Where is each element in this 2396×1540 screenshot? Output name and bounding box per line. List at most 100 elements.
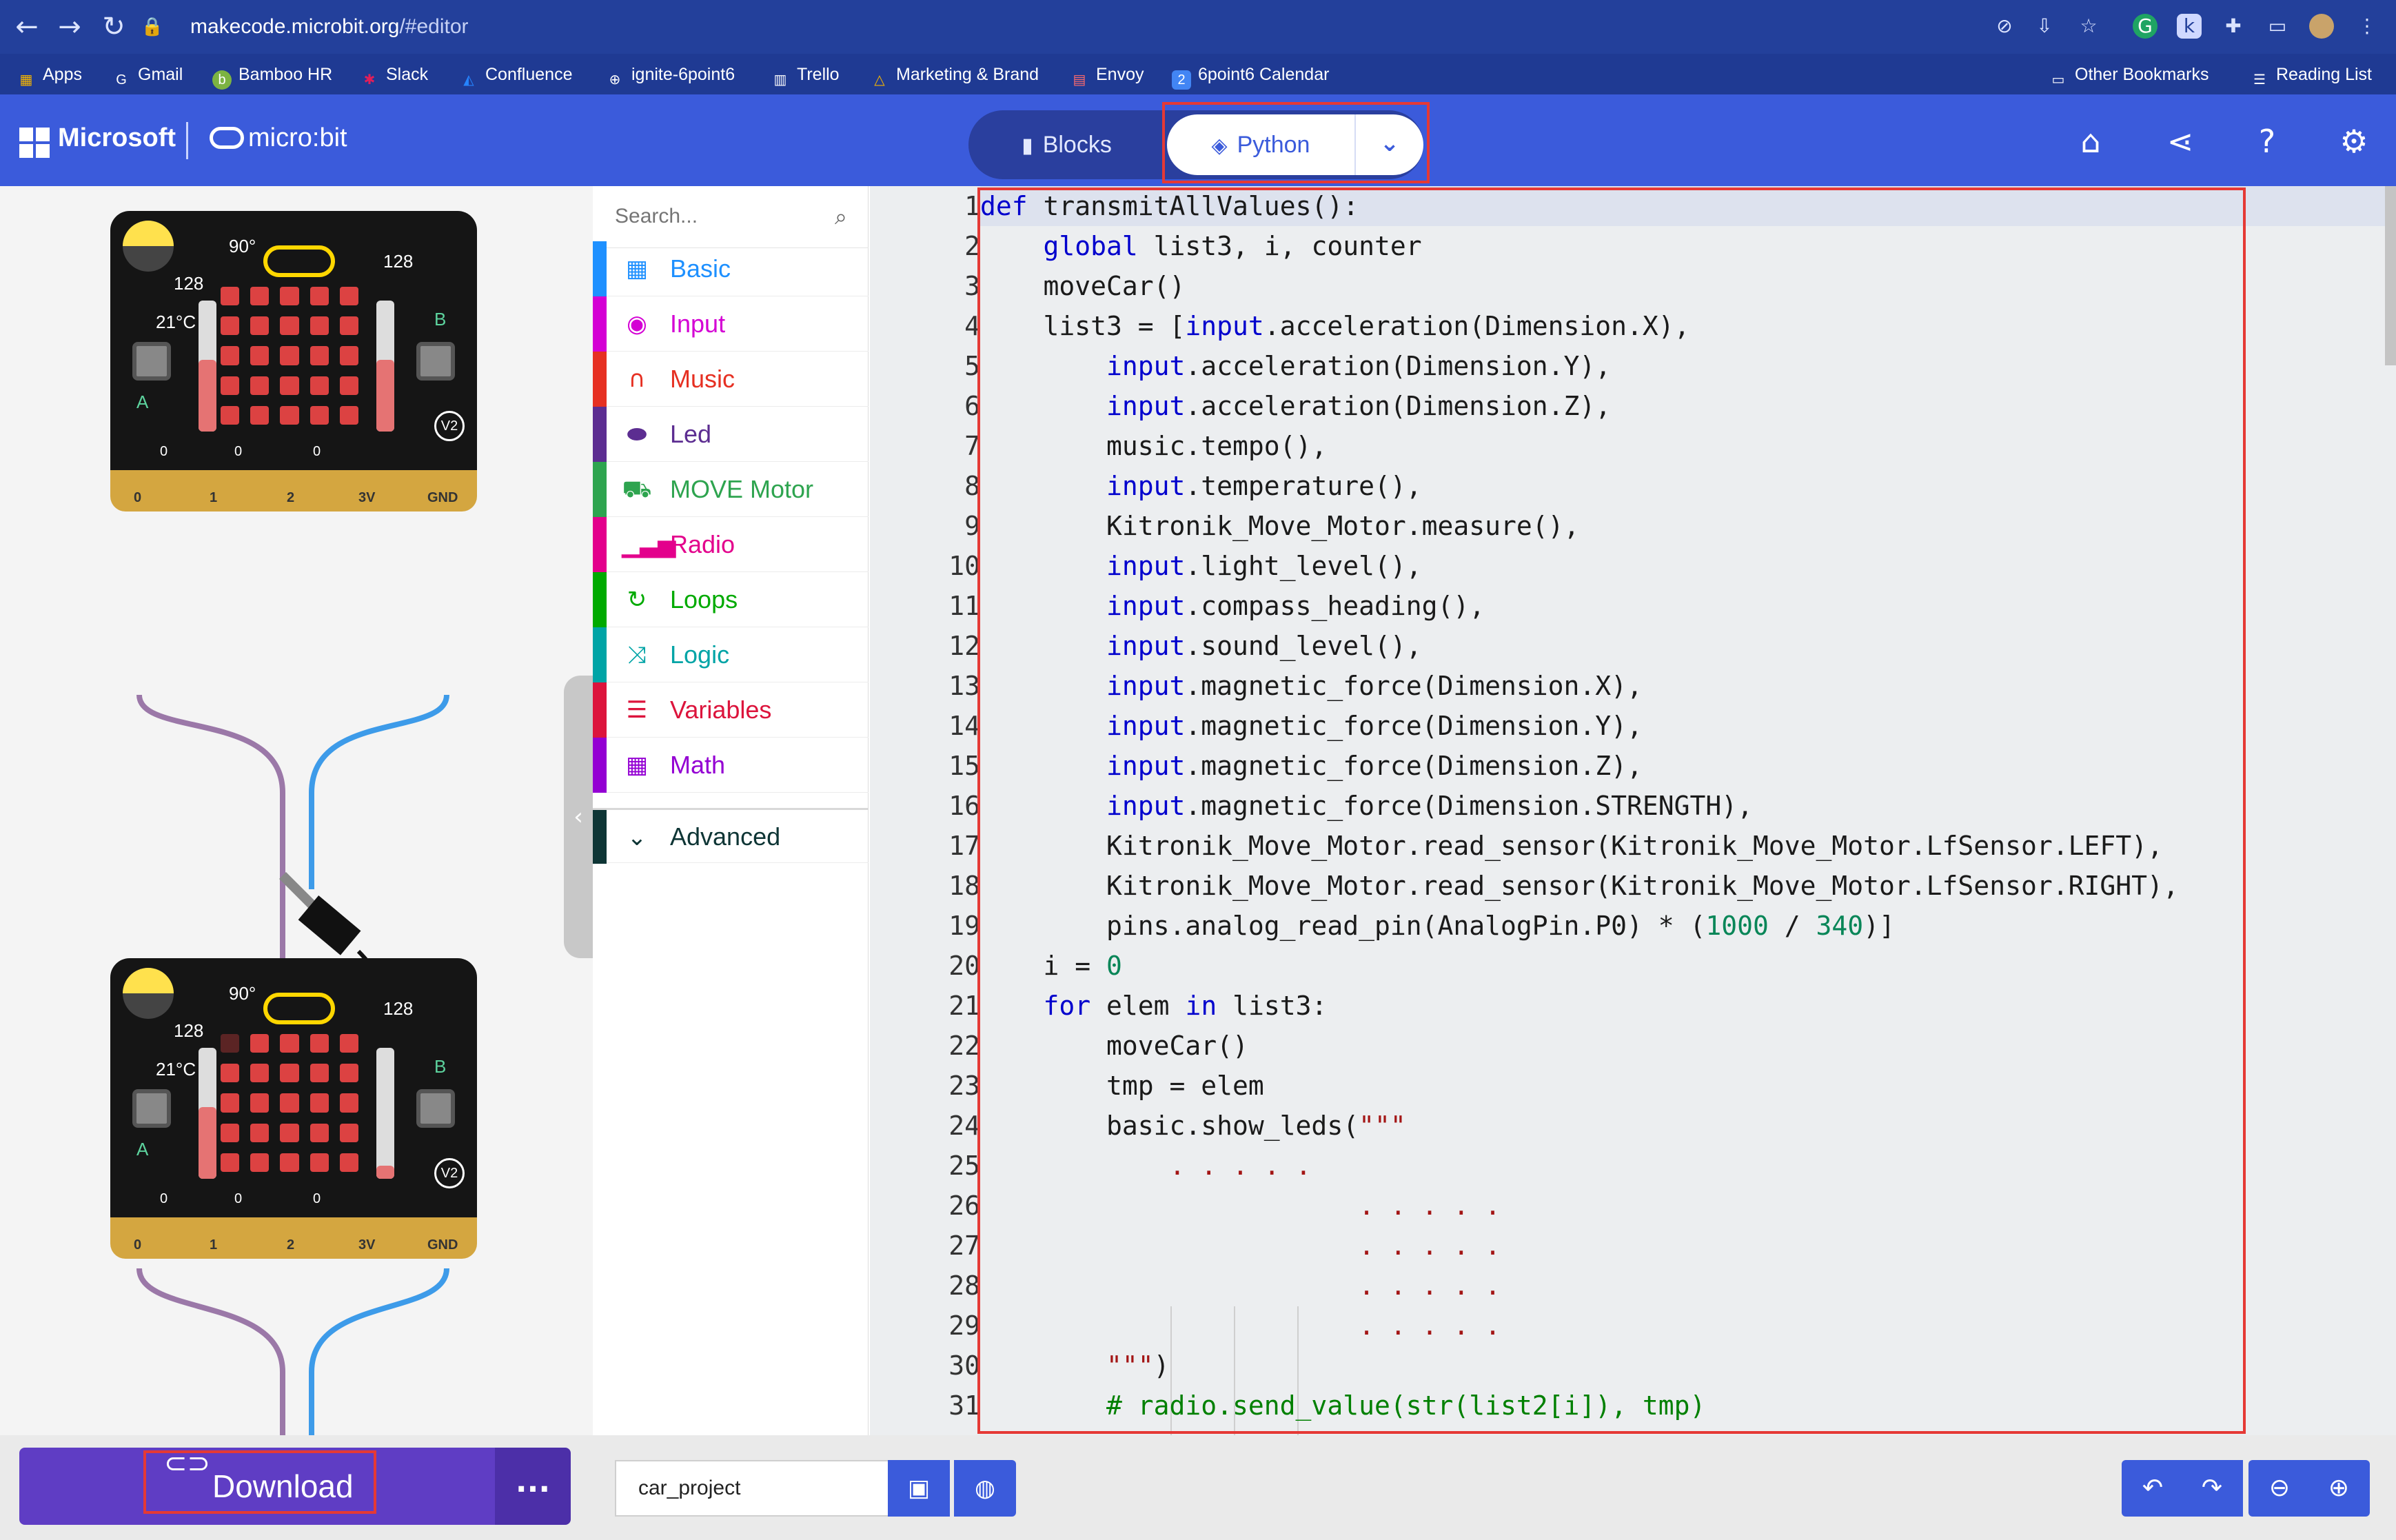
bookmark-calendar[interactable]: 2 6point6 Calendar [1172,61,1329,90]
pin-2-value: 0 [313,444,321,459]
code-line: . . . . . [980,1186,1501,1226]
headphone-cable [136,694,449,1027]
bookmark-star-icon[interactable]: ☆ [2076,14,2101,39]
share-icon[interactable]: ⋖ [2156,117,2204,165]
install-icon[interactable]: ⇩ [2032,14,2057,39]
bookmark-envoy[interactable]: ▤ Envoy [1070,61,1144,88]
chevron-left-icon: ‹ [573,803,583,831]
search-icon[interactable]: ⌕ [826,201,856,232]
bookmark-bamboo[interactable]: b Bamboo HR [212,61,332,90]
bookmark-apps[interactable]: ▦ Apps [17,61,82,88]
category-radio[interactable]: ▁▃▅ Radio [593,517,869,572]
collapse-simulator-button[interactable]: ‹ [564,676,593,958]
gear-icon[interactable]: ⚙ [2330,117,2378,165]
code-editor[interactable]: 1 2 3 4 5 6 7 8 9 10 11 12 13 14 15 16 17 18 19 20 21 22 23 24 2… [870,186,2396,1435]
bookmark-apps-label: Apps [43,65,82,84]
tab-blocks[interactable]: ▮ Blocks [968,110,1165,179]
line-number: 10 [948,551,980,581]
zoom-out-button[interactable]: ⊖ [2248,1460,2311,1517]
other-bookmarks[interactable]: ▭ Other Bookmarks [2049,61,2209,88]
bookmark-gmail[interactable]: G Gmail [112,61,183,88]
code-token: . . . . . [980,1270,1501,1301]
code-token: .acceleration(Dimension.Z), [1185,391,1612,421]
line-number: 25 [948,1151,980,1181]
back-icon[interactable]: ← [10,10,44,44]
microbit-board[interactable]: 128 90° 128 21°C A B V2 0 1 2 3V GND 0 0… [110,211,477,511]
home-icon[interactable]: ⌂ [2067,117,2115,165]
code-line: . . . . . [980,1266,1501,1306]
category-input[interactable]: ◉ Input [593,296,869,352]
led-matrix-2 [221,1034,358,1172]
extension-icon[interactable]: k [2177,14,2202,39]
save-button[interactable]: ▣ [888,1460,950,1517]
button-b[interactable] [416,342,455,381]
bookmark-ignite[interactable]: ⊕ ignite-6point6 [605,61,735,88]
help-icon[interactable]: ? [2243,117,2291,165]
temperature-value-2: 21°C [156,1059,196,1080]
logo-touch-icon[interactable] [263,245,335,277]
bookmark-confluence[interactable]: ◭ Confluence [459,61,572,88]
microbit-logo[interactable]: micro:bit [210,123,347,153]
grid-icon: ▦ [625,255,649,283]
button-a-2[interactable] [132,1089,171,1128]
undo-button[interactable]: ↶ [2122,1460,2184,1517]
toggle-icon: ⬬ [627,421,647,448]
code-token: moveCar() [980,271,1186,301]
category-music[interactable]: ∩ Music [593,352,869,407]
brand-name[interactable]: Microsoft [58,123,176,153]
list-icon: ☰ [626,696,648,724]
line-number: 17 [948,831,980,861]
light-level-icon-2[interactable] [123,968,174,1019]
bookmark-trello[interactable]: ▥ Trello [771,61,840,88]
line-number: 7 [964,431,980,461]
category-math[interactable]: ▦ Math [593,738,869,793]
more-options-button[interactable]: ... [495,1448,571,1525]
bookmark-slack[interactable]: ✱ Slack [360,61,429,88]
project-name-input[interactable] [615,1460,888,1517]
sound-slider[interactable] [376,301,394,432]
button-a[interactable] [132,342,171,381]
category-move-motor[interactable]: ⛟ MOVE Motor [593,462,869,517]
temperature-slider[interactable] [199,301,216,432]
envoy-icon: ▤ [1073,72,1086,88]
category-advanced[interactable]: ⌄ Advanced [593,808,869,864]
temperature-slider-2[interactable] [199,1048,216,1179]
light-level-icon[interactable] [123,221,174,272]
zoom-in-button[interactable]: ⊕ [2308,1460,2370,1517]
reload-icon[interactable]: ↻ [97,10,131,44]
menu-icon[interactable]: ⋮ [2355,14,2379,39]
redo-button[interactable]: ↷ [2181,1460,2243,1517]
url-field[interactable]: makecode.microbit.org/#editor [190,7,469,47]
apps-grid-icon: ▦ [19,72,33,88]
line-number: 13 [948,671,980,701]
logo-touch-icon-2[interactable] [263,993,335,1024]
github-button[interactable]: ◍ [954,1460,1016,1517]
category-basic[interactable]: ▦ Basic [593,241,869,296]
language-dropdown[interactable]: ⌄ [1354,114,1423,175]
category-logic[interactable]: ⤨ Logic [593,627,869,682]
category-variables[interactable]: ☰ Variables [593,682,869,738]
code-token: input [1106,751,1186,781]
forward-icon[interactable]: → [52,10,87,44]
reading-list[interactable]: ☰ Reading List [2250,61,2372,88]
camera-blocked-icon[interactable]: ⊘ [1992,14,2017,39]
editor-scrollbar[interactable] [2385,186,2396,365]
grammarly-icon[interactable]: G [2133,14,2158,39]
tab-python[interactable]: ◈ Python [1167,114,1354,175]
category-loops[interactable]: ↻ Loops [593,572,869,627]
avatar[interactable] [2309,14,2334,39]
puzzle-icon[interactable]: ✚ [2221,14,2246,39]
code-token: . . . . . [980,1310,1501,1341]
sound-slider-2[interactable] [376,1048,394,1179]
download-button[interactable]: ⊂⊃ Download [19,1448,495,1525]
cast-icon[interactable]: ▭ [2265,14,2290,39]
button-b-2[interactable] [416,1089,455,1128]
microbit-board-2[interactable]: 128 90° 128 21°C A B V2 0 1 2 3V GND 0 0… [110,958,477,1259]
code-line: input.acceleration(Dimension.Y), [980,346,1611,386]
brand-divider [186,122,188,159]
search-input[interactable] [615,201,822,232]
category-led[interactable]: ⬬ Led [593,407,869,462]
bookmark-marketing[interactable]: △ Marketing & Brand [870,61,1039,88]
